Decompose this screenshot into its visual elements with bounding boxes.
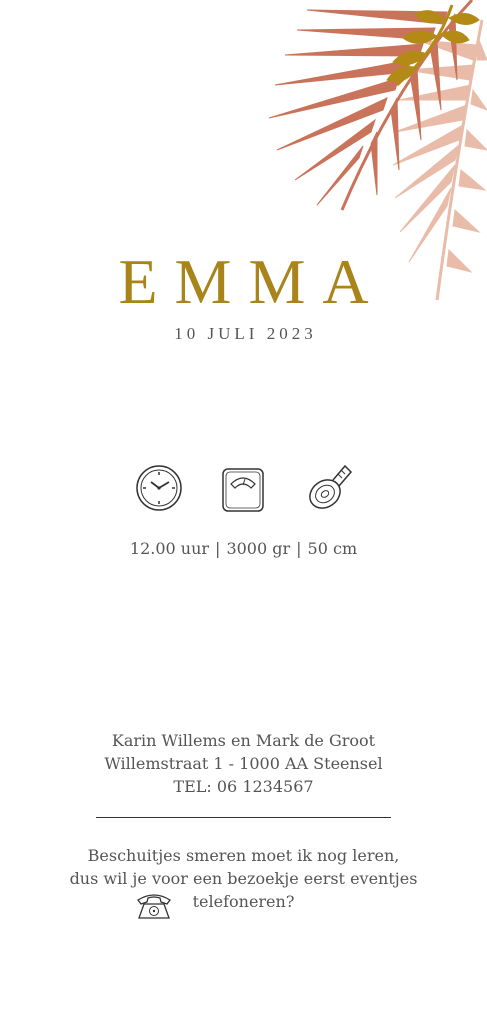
birth-stats: 12.00 uur | 3000 gr | 50 cm <box>0 539 487 558</box>
birth-date: 10 JULI 2023 <box>174 324 317 343</box>
address: Willemstraat 1 - 1000 AA Steensel <box>104 754 383 773</box>
parents-names: Karin Willems en Mark de Groot <box>111 731 376 750</box>
scale-icon <box>222 468 264 512</box>
clock-icon <box>136 465 182 511</box>
birth-stats-icons <box>0 460 487 516</box>
phone-number: TEL: 06 1234567 <box>173 777 314 796</box>
tape-measure-icon <box>309 464 353 509</box>
message-line-1: Beschuitjes smeren moet ik nog leren, <box>87 846 400 865</box>
visit-message: Beschuitjes smeren moet ik nog leren, du… <box>0 844 487 913</box>
separator: | <box>215 539 221 558</box>
message-line-2: dus wil je voor een bezoekje eerst event… <box>69 869 418 888</box>
baby-name: EMMA <box>118 246 386 317</box>
divider-line <box>96 817 391 818</box>
birth-time: 12.00 uur <box>129 539 210 558</box>
parents-info: Karin Willems en Mark de Groot Willemstr… <box>0 729 487 798</box>
telephone-icon <box>137 894 171 919</box>
message-line-3: telefoneren? <box>192 892 295 911</box>
separator: | <box>296 539 302 558</box>
birth-weight: 3000 gr <box>226 539 291 558</box>
birth-length: 50 cm <box>307 539 358 558</box>
